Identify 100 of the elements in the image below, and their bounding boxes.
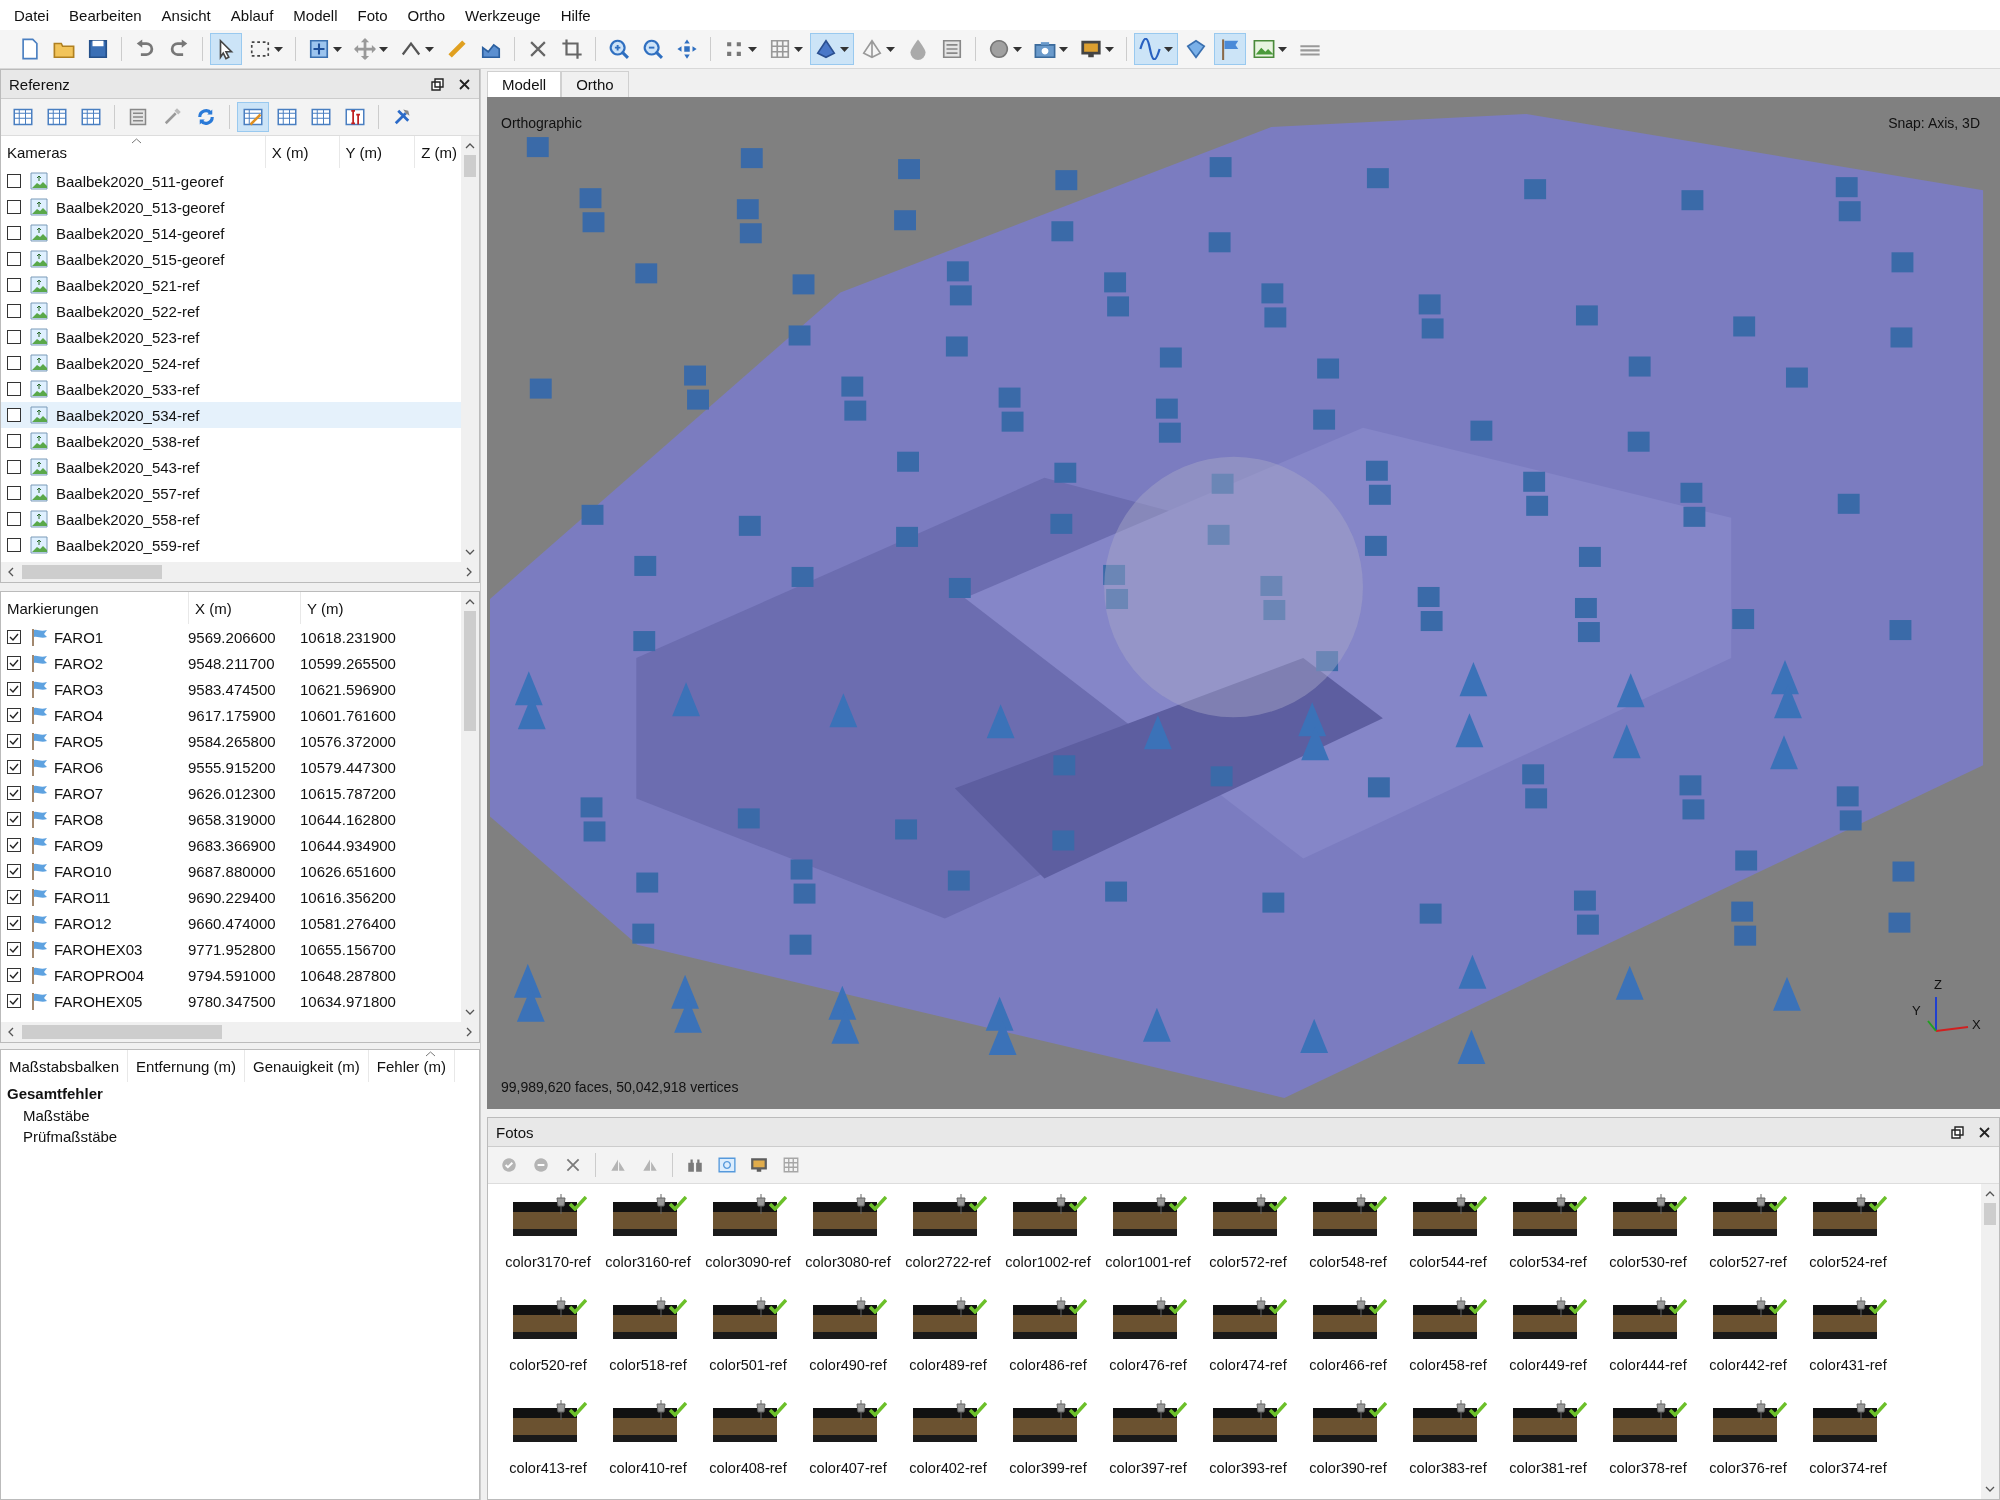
checkbox[interactable] — [7, 252, 21, 266]
column-header[interactable]: Maßstabsbalken — [1, 1050, 129, 1082]
photo-thumbnail[interactable]: color378-ref — [1598, 1400, 1698, 1499]
column-header[interactable]: Fehler (m) — [368, 1050, 455, 1082]
menu-item[interactable]: Werkzeuge — [455, 3, 551, 27]
checkbox[interactable] — [7, 512, 21, 526]
menu-item[interactable]: Ortho — [397, 3, 456, 27]
column-header[interactable]: X (m) — [189, 592, 301, 624]
camera-row[interactable]: Baalbek2020_515-georef — [1, 246, 461, 272]
photo-thumbnail[interactable]: color442-ref — [1698, 1297, 1798, 1400]
photo-thumbnail[interactable]: color466-ref — [1298, 1297, 1398, 1400]
checkbox[interactable] — [7, 708, 21, 722]
photo-thumbnail[interactable]: color413-ref — [498, 1400, 598, 1499]
checkbox[interactable] — [7, 942, 21, 956]
checkbox[interactable] — [7, 382, 21, 396]
checkbox[interactable] — [7, 460, 21, 474]
camera-row[interactable]: Baalbek2020_513-georef — [1, 194, 461, 220]
photo-thumbnail[interactable]: color530-ref — [1598, 1194, 1698, 1297]
checkbox[interactable] — [7, 916, 21, 930]
checkbox[interactable] — [7, 174, 21, 188]
photo-thumbnail[interactable]: color449-ref — [1498, 1297, 1598, 1400]
tree-item[interactable]: Prüfmaßstäbe — [1, 1126, 479, 1147]
toolbar-button[interactable] — [810, 33, 854, 65]
horizontal-scrollbar[interactable] — [1, 562, 479, 582]
photo-thumbnail[interactable]: color410-ref — [598, 1400, 698, 1499]
photo-thumbnail[interactable]: color524-ref — [1798, 1194, 1898, 1297]
scroll-left-icon[interactable] — [7, 567, 14, 577]
photo-thumbnail[interactable]: color3170-ref — [498, 1194, 598, 1297]
scroll-down-icon[interactable] — [465, 1009, 475, 1016]
menu-item[interactable]: Hilfe — [550, 3, 601, 27]
checkbox[interactable] — [7, 226, 21, 240]
scroll-up-icon[interactable] — [1985, 1190, 1995, 1197]
camera-row[interactable]: Baalbek2020_558-ref — [1, 506, 461, 532]
checkbox[interactable] — [7, 278, 21, 292]
photo-thumbnail[interactable]: color544-ref — [1398, 1194, 1498, 1297]
camera-row[interactable]: Baalbek2020_534-ref — [1, 402, 461, 428]
camera-row[interactable]: Baalbek2020_521-ref — [1, 272, 461, 298]
camera-row[interactable]: Baalbek2020_538-ref — [1, 428, 461, 454]
checkbox[interactable] — [7, 200, 21, 214]
photo-thumbnail[interactable]: color520-ref — [498, 1297, 598, 1400]
checkbox[interactable] — [7, 356, 21, 370]
checkbox[interactable] — [7, 486, 21, 500]
checkbox[interactable] — [7, 968, 21, 982]
checkbox[interactable] — [7, 330, 21, 344]
scroll-up-icon[interactable] — [465, 598, 475, 605]
checkbox[interactable] — [7, 434, 21, 448]
scroll-right-icon[interactable] — [466, 567, 473, 577]
photo-thumbnail[interactable]: color397-ref — [1098, 1400, 1198, 1499]
menu-item[interactable]: Modell — [283, 3, 348, 27]
photo-thumbnail[interactable]: color489-ref — [898, 1297, 998, 1400]
vertical-scrollbar[interactable] — [1981, 1184, 1999, 1499]
tab[interactable]: Ortho — [561, 71, 629, 97]
photo-thumbnail[interactable]: color444-ref — [1598, 1297, 1698, 1400]
toolbar-button[interactable] — [210, 33, 242, 65]
scroll-thumb[interactable] — [22, 565, 162, 579]
menu-item[interactable]: Ablauf — [220, 3, 284, 27]
photo-thumbnail[interactable]: color534-ref — [1498, 1194, 1598, 1297]
camera-row[interactable]: Baalbek2020_557-ref — [1, 480, 461, 506]
float-icon[interactable] — [1951, 1125, 1964, 1139]
toolbar-button[interactable] — [237, 102, 269, 132]
toolbar-button[interactable] — [1134, 33, 1178, 65]
checkbox[interactable] — [7, 994, 21, 1008]
camera-row[interactable]: Baalbek2020_524-ref — [1, 350, 461, 376]
photo-thumbnail[interactable]: color381-ref — [1498, 1400, 1598, 1499]
menu-item[interactable]: Ansicht — [151, 3, 221, 27]
photo-thumbnail[interactable]: color408-ref — [698, 1400, 798, 1499]
photo-thumbnail[interactable]: color407-ref — [798, 1400, 898, 1499]
float-icon[interactable] — [431, 77, 444, 91]
checkbox[interactable] — [7, 304, 21, 318]
checkbox[interactable] — [7, 786, 21, 800]
menu-item[interactable]: Foto — [347, 3, 398, 27]
photo-thumbnail[interactable]: color3090-ref — [698, 1194, 798, 1297]
photo-thumbnail[interactable]: color374-ref — [1798, 1400, 1898, 1499]
scroll-down-icon[interactable] — [1985, 1486, 1995, 1493]
camera-row[interactable]: Baalbek2020_543-ref — [1, 454, 461, 480]
photo-thumbnail[interactable]: color399-ref — [998, 1400, 1098, 1499]
camera-row[interactable]: Baalbek2020_559-ref — [1, 532, 461, 558]
checkbox[interactable] — [7, 760, 21, 774]
checkbox[interactable] — [7, 890, 21, 904]
tree-item[interactable]: Maßstäbe — [1, 1105, 479, 1126]
column-header[interactable]: Y (m) — [339, 136, 416, 168]
scroll-thumb[interactable] — [22, 1025, 222, 1039]
checkbox[interactable] — [7, 864, 21, 878]
column-header[interactable]: Kameras — [1, 136, 266, 168]
vertical-scrollbar[interactable] — [461, 592, 479, 1022]
photo-thumbnail[interactable]: color1002-ref — [998, 1194, 1098, 1297]
column-header[interactable]: Y (m) — [301, 592, 441, 624]
close-icon[interactable] — [458, 77, 471, 91]
scroll-thumb[interactable] — [464, 611, 476, 731]
photo-thumbnail[interactable]: color393-ref — [1198, 1400, 1298, 1499]
scroll-left-icon[interactable] — [7, 1027, 14, 1037]
photo-thumbnail[interactable]: color476-ref — [1098, 1297, 1198, 1400]
photo-thumbnail[interactable]: color501-ref — [698, 1297, 798, 1400]
photo-thumbnail[interactable]: color376-ref — [1698, 1400, 1798, 1499]
checkbox[interactable] — [7, 838, 21, 852]
column-header[interactable]: Genauigkeit (m) — [245, 1050, 369, 1082]
photo-thumbnail[interactable]: color3160-ref — [598, 1194, 698, 1297]
photo-thumbnail[interactable]: color390-ref — [1298, 1400, 1398, 1499]
menu-item[interactable]: Datei — [4, 3, 60, 27]
column-header[interactable]: Z (m) — [415, 136, 461, 168]
